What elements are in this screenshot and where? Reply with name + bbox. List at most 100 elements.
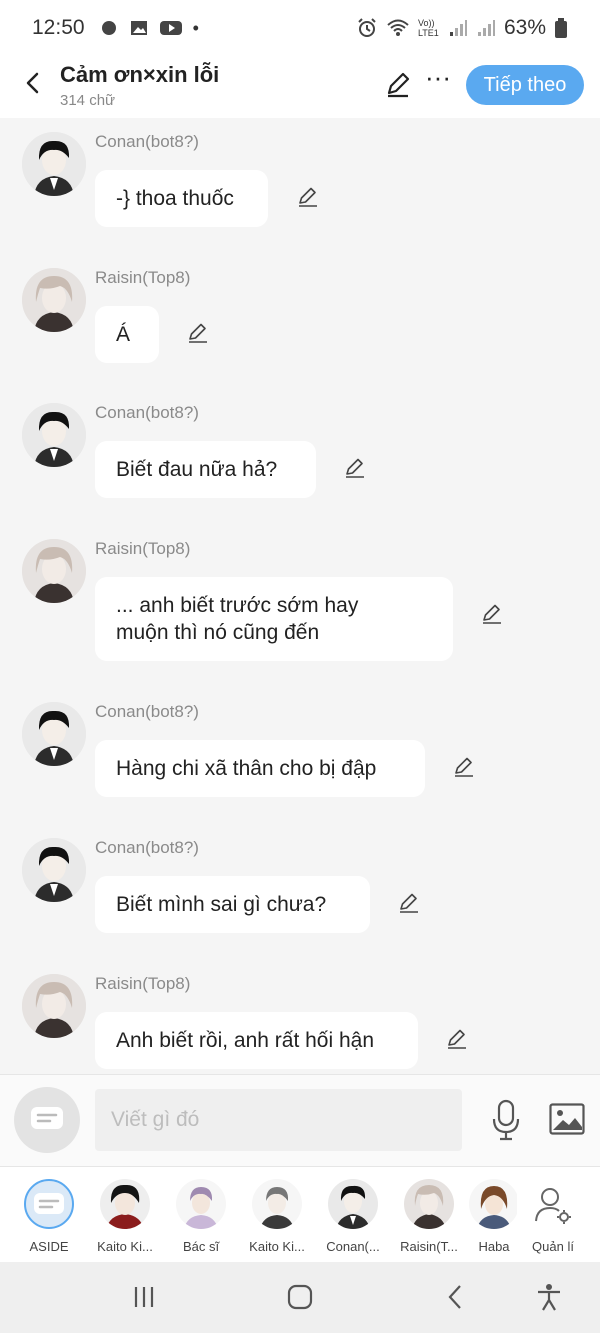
dark-hair-character-icon: [22, 838, 86, 902]
sender-name: Raisin(Top8): [95, 539, 191, 558]
aside-toggle-button[interactable]: [14, 1087, 80, 1153]
character-label: Conan(...: [326, 1239, 380, 1254]
character-kaito-2[interactable]: Kaito Ki...: [241, 1167, 313, 1262]
network-type-label: Vo)) LTE1: [417, 18, 439, 38]
edit-message-icon[interactable]: [445, 1026, 469, 1050]
avatar: [404, 1179, 454, 1229]
character-portrait-icon: [176, 1179, 226, 1229]
recent-apps-button[interactable]: [129, 1282, 159, 1312]
avatar[interactable]: [22, 974, 86, 1038]
avatar[interactable]: [22, 132, 86, 196]
message-bubble[interactable]: ... anh biết trước sớm hay muộn thì nó c…: [95, 577, 453, 661]
status-bar: 12:50 • Vo)) LTE1 63%: [0, 0, 600, 56]
chat-list[interactable]: Conan(bot8?) -} thoa thuốc Raisin(Top8) …: [0, 118, 600, 1074]
home-button[interactable]: [285, 1282, 315, 1312]
sender-name: Conan(bot8?): [95, 702, 199, 721]
sender-name: Conan(bot8?): [95, 403, 199, 422]
status-time: 12:50: [32, 16, 85, 39]
avatar: [176, 1179, 226, 1229]
character-label: Kaito Ki...: [249, 1239, 305, 1254]
message-bubble[interactable]: Anh biết rồi, anh rất hối hận: [95, 1012, 418, 1069]
back-nav-button[interactable]: [441, 1282, 471, 1312]
edit-message-icon[interactable]: [480, 601, 504, 625]
accessibility-button[interactable]: [534, 1282, 564, 1312]
word-count: 314 chữ: [60, 92, 116, 109]
signal-strength-icon: [449, 20, 467, 36]
chat-notification-icon: [101, 21, 116, 35]
light-hair-character-icon: [22, 268, 86, 332]
character-label: Bác sĩ: [182, 1239, 220, 1254]
avatar: [252, 1179, 302, 1229]
avatar[interactable]: [22, 838, 86, 902]
character-conan[interactable]: Conan(...: [317, 1167, 389, 1262]
message-bubble[interactable]: -} thoa thuốc: [95, 170, 268, 227]
message-input[interactable]: [95, 1089, 462, 1151]
edit-message-icon[interactable]: [397, 890, 421, 914]
speech-bubble-icon: [34, 1193, 64, 1214]
edit-message-icon[interactable]: [186, 320, 210, 344]
character-aside[interactable]: ASIDE: [13, 1167, 85, 1262]
app-header: Cảm ơn×xin lỗi 314 chữ ··· Tiếp theo: [0, 56, 600, 118]
edit-title-button[interactable]: [384, 70, 412, 98]
edit-message-icon[interactable]: [296, 184, 320, 208]
character-kaito-1[interactable]: Kaito Ki...: [89, 1167, 161, 1262]
sender-name: Conan(bot8?): [95, 132, 199, 151]
dark-hair-character-icon: [22, 702, 86, 766]
manage-characters-button[interactable]: Quản lí: [517, 1167, 589, 1262]
user-settings-icon: [535, 1188, 571, 1224]
speech-bubble-icon: [31, 1107, 63, 1129]
avatar[interactable]: [22, 403, 86, 467]
light-hair-character-icon: [404, 1179, 454, 1229]
composer-bar: [0, 1074, 600, 1166]
back-button[interactable]: [18, 68, 48, 98]
alarm-icon: [358, 18, 376, 37]
more-notifications-dot-icon: •: [192, 17, 199, 38]
character-portrait-icon: [469, 1179, 519, 1229]
signal-strength-2-icon: [477, 20, 495, 36]
dark-hair-character-icon: [22, 403, 86, 467]
avatar[interactable]: [22, 702, 86, 766]
gallery-notification-icon: [130, 21, 147, 35]
dark-hair-character-icon: [22, 132, 86, 196]
light-hair-character-icon: [22, 974, 86, 1038]
character-label: ASIDE: [29, 1239, 69, 1254]
sender-name: Raisin(Top8): [95, 268, 191, 287]
character-portrait-icon: [100, 1179, 150, 1229]
message-bubble[interactable]: Biết đau nữa hả?: [95, 441, 316, 498]
avatar: [328, 1179, 378, 1229]
message-bubble[interactable]: Á: [95, 306, 159, 363]
youtube-notification-icon: [159, 21, 182, 35]
avatar: [100, 1179, 150, 1229]
next-button[interactable]: Tiếp theo: [466, 65, 584, 105]
wifi-icon: [387, 19, 409, 36]
message-bubble[interactable]: Biết mình sai gì chưa?: [95, 876, 370, 933]
character-portrait-icon: [252, 1179, 302, 1229]
avatar[interactable]: [22, 539, 86, 603]
battery-icon: [555, 18, 567, 38]
dark-hair-character-icon: [328, 1179, 378, 1229]
character-haba[interactable]: Haba: [469, 1167, 519, 1262]
character-bar: ASIDE Kaito Ki... Bác sĩ Kaito Ki... Con…: [0, 1166, 600, 1262]
edit-message-icon[interactable]: [452, 754, 476, 778]
character-label: Raisin(T...: [400, 1239, 458, 1254]
character-label: Quản lí: [532, 1239, 574, 1254]
avatar[interactable]: [22, 268, 86, 332]
character-bac-si[interactable]: Bác sĩ: [165, 1167, 237, 1262]
battery-percentage: 63%: [503, 16, 546, 39]
page-title: Cảm ơn×xin lỗi: [60, 62, 220, 87]
character-raisin[interactable]: Raisin(T...: [393, 1167, 465, 1262]
character-label: Haba: [478, 1239, 510, 1254]
user-settings-icon-wrap: [528, 1179, 578, 1229]
image-upload-button[interactable]: [549, 1103, 585, 1135]
character-label: Kaito Ki...: [97, 1239, 153, 1254]
more-options-button[interactable]: ···: [424, 64, 452, 98]
avatar: [469, 1179, 519, 1229]
message-bubble[interactable]: Hàng chi xã thân cho bị đập: [95, 740, 425, 797]
light-hair-character-icon: [22, 539, 86, 603]
sender-name: Raisin(Top8): [95, 974, 191, 993]
sender-name: Conan(bot8?): [95, 838, 199, 857]
system-nav-bar: [0, 1262, 600, 1333]
microphone-button[interactable]: [490, 1099, 522, 1141]
edit-message-icon[interactable]: [343, 455, 367, 479]
avatar: [24, 1179, 74, 1229]
